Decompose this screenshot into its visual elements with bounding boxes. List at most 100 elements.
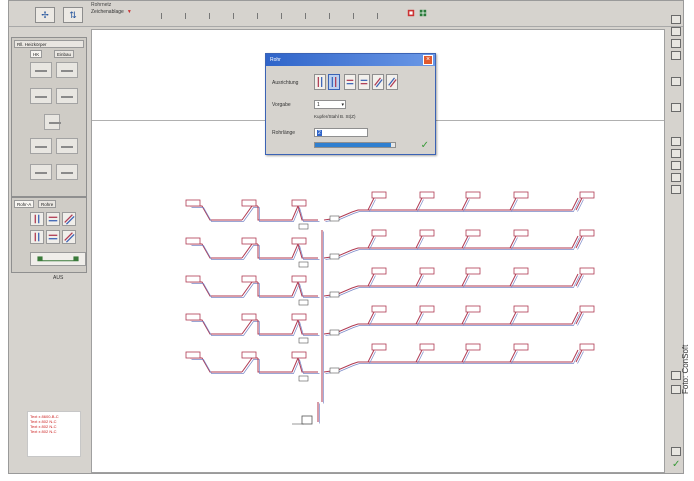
branch-pipe [257, 319, 299, 335]
radiator-symbol [465, 267, 481, 275]
grid-icon[interactable] [419, 9, 427, 17]
branch-pipe [323, 235, 579, 259]
layer-title: Rohrnetz [91, 2, 112, 8]
radiator-symbol [419, 267, 435, 275]
branch-pipe [190, 319, 242, 335]
stack-icon[interactable] [407, 9, 415, 17]
branch-pipe [257, 357, 299, 373]
palette-title: Rll. Heizkörper [14, 40, 84, 48]
warning-icon[interactable] [671, 447, 681, 456]
radiator-symbol[interactable] [30, 62, 52, 78]
radiator-symbol [579, 267, 595, 275]
rohrlaenge-label: Rohrlänge [272, 130, 296, 136]
tab-einbau[interactable]: Einbau [54, 50, 75, 58]
radiator-symbol [241, 237, 257, 245]
align-horizontal-pair-icon[interactable] [358, 74, 370, 90]
export-icon[interactable] [671, 103, 681, 112]
component-palette: Rll. Heizkörper HK Einbau [11, 37, 87, 197]
status-label: AUS [53, 275, 64, 281]
branch-pipe [299, 283, 320, 298]
rohrlaenge-value: 2 [317, 130, 322, 136]
radiator-symbol[interactable] [56, 138, 78, 154]
move-up-icon[interactable] [671, 15, 681, 24]
list-icon[interactable] [671, 385, 681, 394]
radiator-symbol [291, 351, 307, 359]
radiator-symbol [185, 313, 201, 321]
align-horizontal-pair-icon[interactable] [344, 74, 356, 90]
window-icon[interactable] [671, 161, 681, 170]
folder-icon[interactable] [671, 371, 681, 380]
page-icon[interactable] [671, 51, 681, 60]
branch-pipe [299, 321, 320, 336]
tab-hk[interactable]: HK [30, 50, 43, 58]
pipe-diagonal-icon[interactable] [62, 230, 76, 244]
branch-pipe [190, 281, 242, 297]
radiator-symbol [371, 305, 387, 313]
branch-pipe [190, 243, 242, 259]
pipe-connector-icon[interactable] [30, 252, 86, 266]
layer-select[interactable]: Zeichenablage ▼ [91, 9, 132, 15]
ruler-tick [209, 13, 210, 19]
radiator-symbol [185, 275, 201, 283]
radiator-symbol [465, 191, 481, 199]
radiator-symbol [419, 229, 435, 237]
pipe-vertical-icon[interactable] [30, 230, 44, 244]
close-icon[interactable]: × [423, 55, 433, 65]
pipe-horizontal-icon[interactable] [46, 230, 60, 244]
radiator-symbol[interactable] [44, 114, 61, 130]
tab-rohre[interactable]: Rohre [38, 200, 57, 208]
radiator-symbol [241, 275, 257, 283]
radiator-symbol [371, 343, 387, 351]
radiator-symbol [371, 267, 387, 275]
radiator-symbol [465, 305, 481, 313]
radiator-symbol[interactable] [56, 62, 78, 78]
fitting-symbol [298, 261, 309, 268]
radiator-symbol[interactable] [30, 138, 52, 154]
close-icon[interactable] [671, 173, 681, 182]
radiator-symbol[interactable] [56, 88, 78, 104]
radiator-symbol [241, 351, 257, 359]
radiator-symbol [579, 229, 595, 237]
grid-icon[interactable] [671, 137, 681, 146]
align-diagonal-pair-icon[interactable] [386, 74, 398, 90]
branch-pipe [299, 245, 320, 260]
vorgabe-select[interactable]: 1 ▾ [314, 100, 346, 109]
fitting-symbol [298, 299, 309, 306]
align-diagonal-pair-icon[interactable] [372, 74, 384, 90]
pointer-tool-icon[interactable]: ✢ [35, 7, 55, 23]
vorgabe-value: 1 [317, 102, 320, 108]
align-vertical-pair-icon[interactable] [328, 74, 340, 90]
redo-icon[interactable] [671, 185, 681, 194]
pipe-vertical-icon[interactable] [30, 212, 44, 226]
fitting-symbol [329, 215, 340, 222]
top-toolbar: ✢ ⇅ Rohrnetz Zeichenablage ▼ [9, 1, 683, 27]
align-vertical-pair-icon[interactable] [314, 74, 326, 90]
ruler-tick [377, 13, 378, 19]
radiator-symbol [419, 343, 435, 351]
radiator-symbol [185, 351, 201, 359]
pipe-tool-icon[interactable]: ⇅ [63, 7, 83, 23]
branch-pipe [191, 359, 244, 374]
chevron-down-icon: ▼ [126, 9, 132, 15]
dialog-title-bar[interactable]: Rohr × [266, 54, 435, 66]
layers-icon[interactable] [671, 149, 681, 158]
branch-pipe [257, 281, 299, 297]
legend-line: Text x 802 N-C [30, 429, 57, 434]
rohrlaenge-input[interactable]: 2 [314, 128, 368, 137]
settings-icon[interactable] [671, 77, 681, 86]
radiator-symbol[interactable] [30, 164, 52, 180]
pipe-diagonal-icon[interactable] [62, 212, 76, 226]
pipe-horizontal-icon[interactable] [46, 212, 60, 226]
radiator-symbol[interactable] [56, 164, 78, 180]
branch-pipe [323, 197, 579, 221]
radiator-symbol[interactable] [30, 88, 52, 104]
branch-pipe [259, 245, 300, 260]
radiator-symbol [513, 267, 529, 275]
tab-rohr-a[interactable]: Rohr-A [14, 200, 35, 208]
delete-icon[interactable] [671, 39, 681, 48]
move-down-icon[interactable] [671, 27, 681, 36]
branch-pipe [190, 205, 242, 221]
dialog-title: Rohr [270, 57, 281, 63]
confirm-icon[interactable]: ✓ [672, 459, 680, 470]
ok-icon[interactable]: ✓ [421, 140, 429, 151]
